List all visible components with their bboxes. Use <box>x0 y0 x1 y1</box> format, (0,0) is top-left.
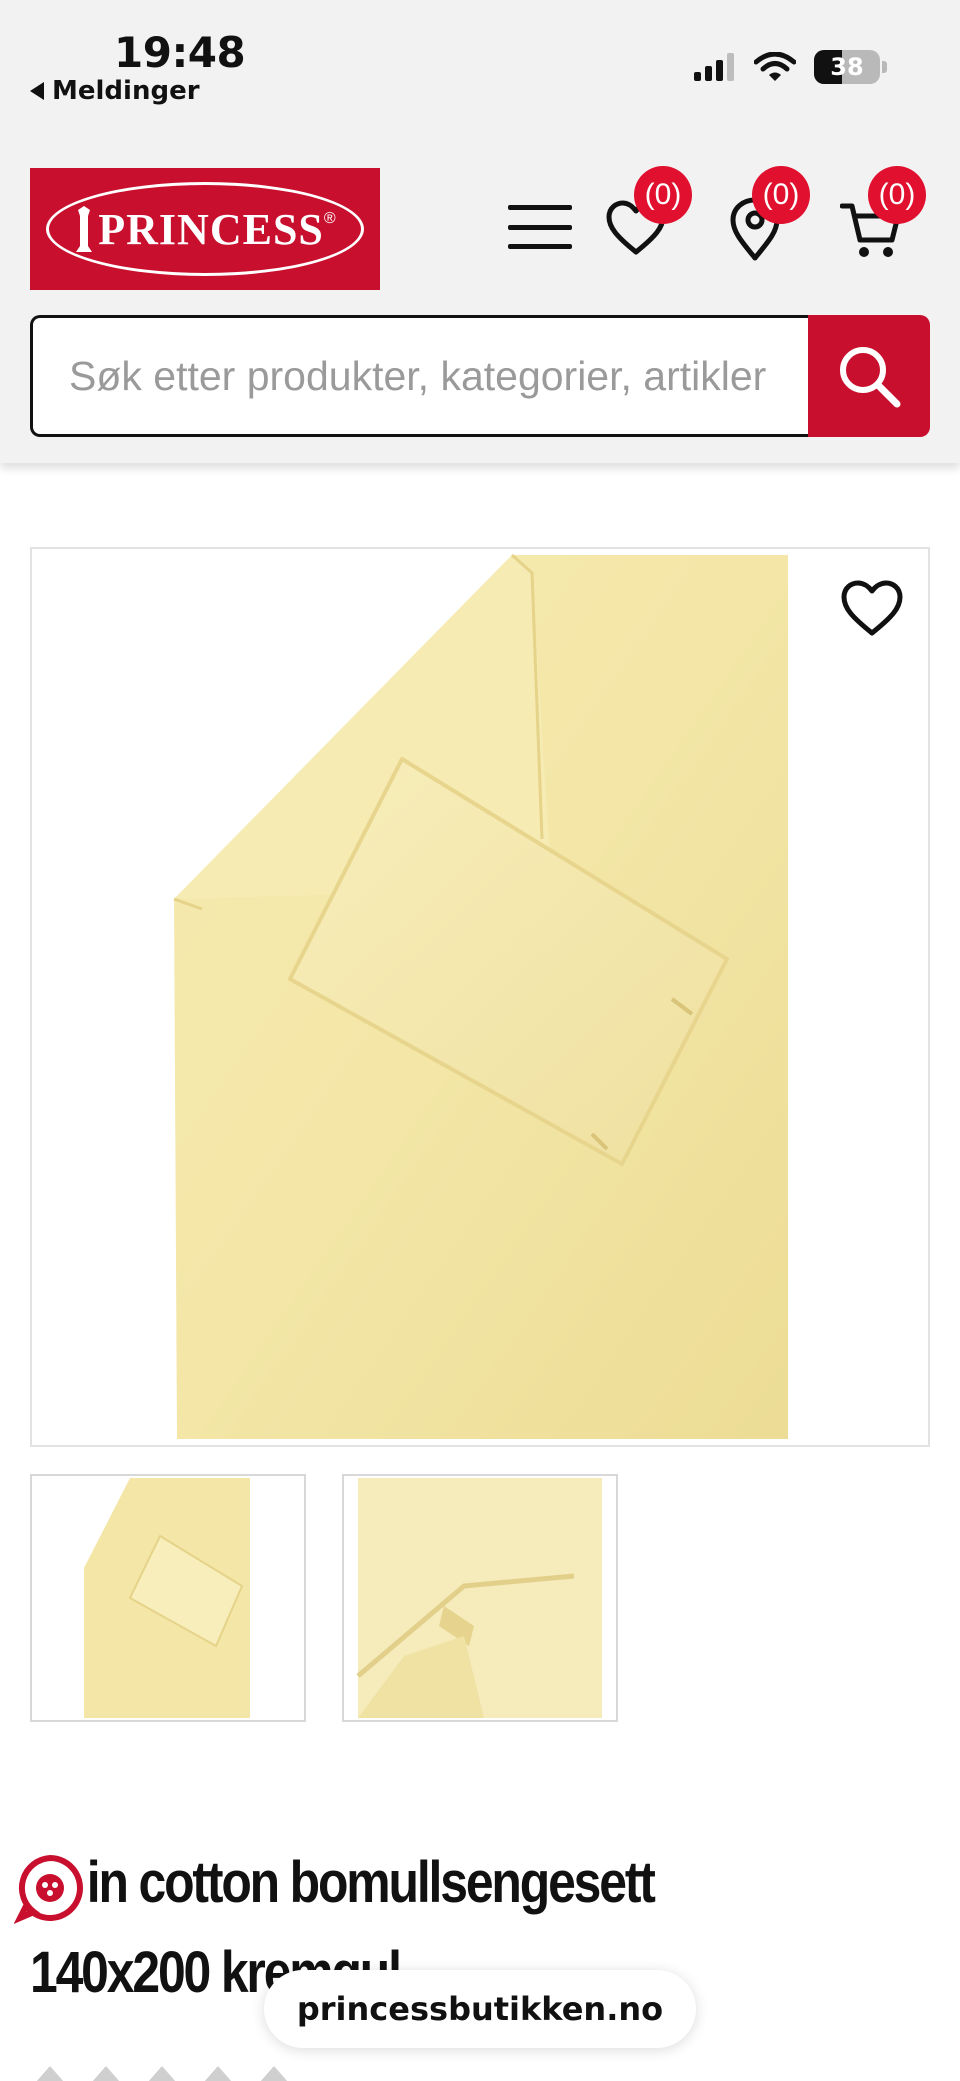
wifi-icon <box>754 52 796 81</box>
logo-oval: PRINCESS ® <box>46 182 364 276</box>
search-button[interactable] <box>808 315 930 437</box>
store-locator-button[interactable]: (0) <box>722 166 810 261</box>
menu-line <box>508 244 572 249</box>
status-icons: 38 <box>694 50 887 84</box>
battery-level: 38 <box>830 53 864 81</box>
star-icon <box>204 2066 232 2081</box>
star-icon <box>92 2066 120 2081</box>
product-title-line-1: in cotton bomullsengesett <box>86 1850 656 1915</box>
heart-outline-icon <box>841 580 903 636</box>
cart-button[interactable]: (0) <box>840 166 926 260</box>
duvet-set-illustration <box>173 553 788 1439</box>
star-icon <box>148 2066 176 2081</box>
status-bar: 19:48 Meldinger 38 <box>0 0 960 130</box>
chat-bubble-icon <box>13 1854 83 1924</box>
stores-count-badge: (0) <box>752 166 810 224</box>
search-icon <box>840 347 901 408</box>
menu-line <box>508 224 572 230</box>
search-input[interactable] <box>69 352 808 400</box>
logo-text: PRINCESS <box>98 204 324 254</box>
product-main-image[interactable] <box>30 547 930 1447</box>
star-icon <box>260 2066 288 2081</box>
back-triangle-icon <box>30 82 44 100</box>
cart-count-badge: (0) <box>868 166 926 224</box>
cellular-signal-icon <box>694 53 734 81</box>
crown-tower-icon <box>76 206 93 252</box>
duvet-set-thumbnail-image <box>84 1478 250 1718</box>
rating-stars <box>36 2066 288 2081</box>
pillow-zipper-detail-image <box>356 1478 602 1718</box>
battery-icon: 38 <box>814 50 887 84</box>
back-to-app-link[interactable]: Meldinger <box>30 76 200 106</box>
product-thumbnail-1[interactable] <box>30 1474 306 1722</box>
add-to-wishlist-button[interactable] <box>840 579 904 637</box>
chat-widget-button[interactable] <box>13 1852 86 1924</box>
registered-mark: ® <box>323 210 336 227</box>
site-header: PRINCESS ® (0) (0) (0) <box>0 130 960 463</box>
menu-button[interactable] <box>508 205 572 249</box>
product-thumbnail-2[interactable] <box>342 1474 618 1722</box>
search-bar <box>30 315 930 437</box>
menu-line <box>508 205 572 210</box>
princess-logo[interactable]: PRINCESS ® <box>30 168 380 290</box>
wishlist-button[interactable]: (0) <box>604 166 692 260</box>
back-app-label: Meldinger <box>52 76 200 106</box>
search-field[interactable] <box>30 315 808 437</box>
wishlist-count-badge: (0) <box>634 166 692 224</box>
star-icon <box>36 2066 64 2081</box>
clock: 19:48 <box>114 28 246 77</box>
browser-url-bar[interactable]: princessbutikken.no <box>264 1970 696 2048</box>
